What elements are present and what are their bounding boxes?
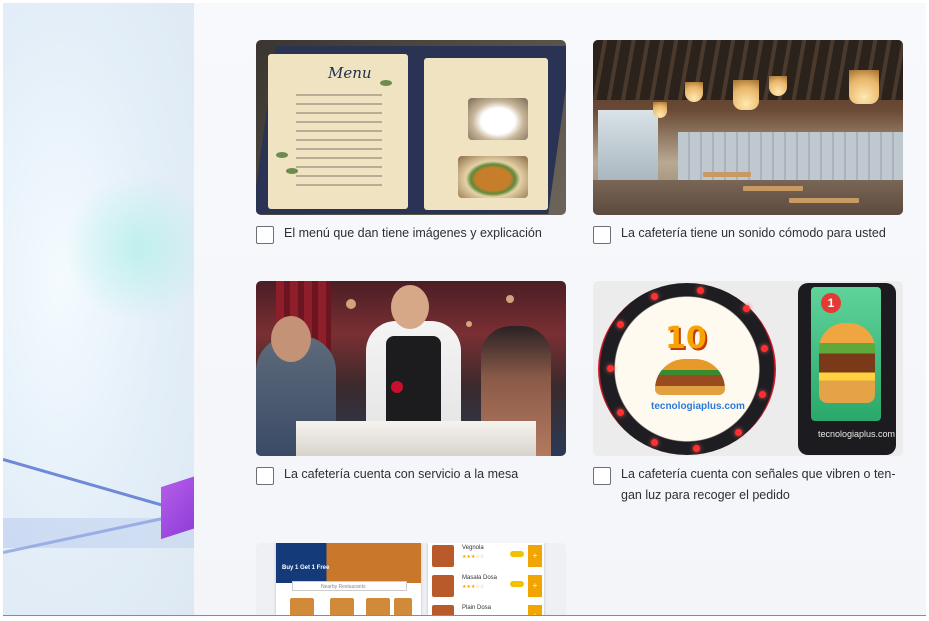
device-brand: tecnologiaplus.com (818, 429, 895, 439)
menu-text-lines (296, 94, 382, 186)
brand-suffix: .com (875, 429, 896, 439)
dining-table (296, 421, 536, 456)
burger-graphic (819, 323, 875, 403)
food-ordering-app-photo: Buy 1 Get 1 Free Nearby Restaurants Vegn… (256, 543, 566, 615)
option-label: El menú que dan tiene imágenes y explica… (284, 226, 542, 240)
option-checkbox[interactable] (593, 467, 611, 485)
item-rating: ★★★☆☆ (462, 584, 485, 590)
notification-badge: 1 (821, 293, 841, 313)
led-light (651, 293, 658, 300)
food-category (366, 598, 390, 615)
pager-number: 10 (665, 321, 707, 356)
item-thumbnail (432, 605, 454, 615)
seated-man-head (271, 316, 311, 362)
option-checkbox[interactable] (256, 226, 274, 244)
leaf-decoration (286, 168, 298, 174)
led-light (697, 287, 704, 294)
option-row-table-service[interactable]: La cafetería cuenta con servicio a la me… (256, 466, 566, 485)
brand-suffix: .com (721, 401, 745, 412)
option-card-menu: Menu El menú que dan tiene imágenes y ex… (256, 40, 566, 244)
cafe-table (743, 186, 803, 191)
add-item-icon: + (528, 605, 542, 615)
quantity-pill (510, 551, 524, 557)
led-light (759, 391, 766, 398)
option-row-pager[interactable]: La cafetería cuenta con señales que vibr… (593, 466, 903, 506)
led-light (617, 409, 624, 416)
window (598, 110, 658, 180)
option-card-pager: 10 tecnologiaplus.com 1 tecnologiaplus.c… (593, 281, 903, 506)
rose-centerpiece (391, 381, 403, 393)
option-card-app: Buy 1 Get 1 Free Nearby Restaurants Vegn… (256, 543, 566, 615)
menu-item-row: Plain Dosa + (432, 603, 542, 615)
light-bokeh (506, 295, 514, 303)
bottom-border (3, 615, 926, 616)
item-rating: ★★★☆☆ (462, 554, 485, 560)
light-bokeh (346, 299, 356, 309)
led-light (693, 445, 700, 452)
item-name: Masala Dosa (462, 575, 498, 581)
pendant-lamp (685, 82, 703, 102)
food-category (290, 598, 314, 615)
app-search-field: Nearby Restaurants (292, 581, 407, 591)
waiter-serving-photo (256, 281, 566, 456)
dish-image (468, 98, 528, 140)
food-category (330, 598, 354, 615)
option-label: La cafetería tiene un sonido cómodo para… (621, 226, 886, 240)
option-row-menu[interactable]: El menú que dan tiene imágenes y explica… (256, 225, 566, 244)
decorative-side-panel (3, 3, 194, 615)
led-light (651, 439, 658, 446)
decorative-purple-shape (161, 474, 194, 540)
pendant-lamp (653, 102, 667, 118)
pendant-lamp (733, 80, 759, 110)
option-card-table-service: La cafetería cuenta con servicio a la me… (256, 281, 566, 485)
promo-banner (276, 543, 421, 583)
led-light (761, 345, 768, 352)
option-checkbox[interactable] (593, 226, 611, 244)
survey-content: Menu El menú que dan tiene imágenes y ex… (194, 3, 926, 615)
option-checkbox[interactable] (256, 467, 274, 485)
restaurant-menu-photo: Menu (256, 40, 566, 215)
burger-image (458, 156, 528, 198)
screen-frame: Menu El menú que dan tiene imágenes y ex… (3, 3, 926, 615)
cafeteria-interior-photo (593, 40, 903, 215)
waiter-head (391, 285, 429, 329)
led-light (617, 321, 624, 328)
item-name: Plain Dosa (462, 605, 492, 611)
pager-brand: tecnologiaplus.com (651, 401, 745, 412)
food-category (394, 598, 412, 615)
menu-item-row: Vegnola ★★★☆☆ + (432, 543, 542, 569)
cafe-table (789, 198, 859, 203)
cafe-table (703, 172, 751, 177)
pendant-lamp (769, 76, 787, 96)
option-label: La cafetería cuenta con servicio a la me… (284, 467, 519, 481)
option-row-sound[interactable]: La cafetería tiene un sonido cómodo para… (593, 225, 903, 244)
option-card-sound: La cafetería tiene un sonido cómodo para… (593, 40, 903, 244)
item-name: Vegnola (462, 545, 484, 551)
leaf-decoration (380, 80, 392, 86)
menu-item-row: Masala Dosa ★★★☆☆ + (432, 573, 542, 599)
decorative-line (3, 458, 172, 510)
pager-device-photo: 10 tecnologiaplus.com 1 tecnologiaplus.c… (593, 281, 903, 456)
led-light (607, 365, 614, 372)
option-label: La cafetería cuenta con señales que vibr… (621, 467, 896, 502)
pendant-lamp (849, 70, 879, 104)
led-light (743, 305, 750, 312)
add-item-icon: + (528, 575, 542, 597)
quantity-pill (510, 581, 524, 587)
leaf-decoration (276, 152, 288, 158)
promo-text: Buy 1 Get 1 Free (282, 565, 330, 571)
brand-name: tecnologiaplus (651, 401, 722, 412)
brand-name: tecnologiaplus (818, 429, 876, 439)
led-light (735, 429, 742, 436)
item-thumbnail (432, 545, 454, 567)
light-bokeh (466, 321, 472, 327)
decorative-glow (63, 173, 194, 323)
item-thumbnail (432, 575, 454, 597)
menu-title: Menu (328, 64, 372, 82)
add-item-icon: + (528, 545, 542, 567)
